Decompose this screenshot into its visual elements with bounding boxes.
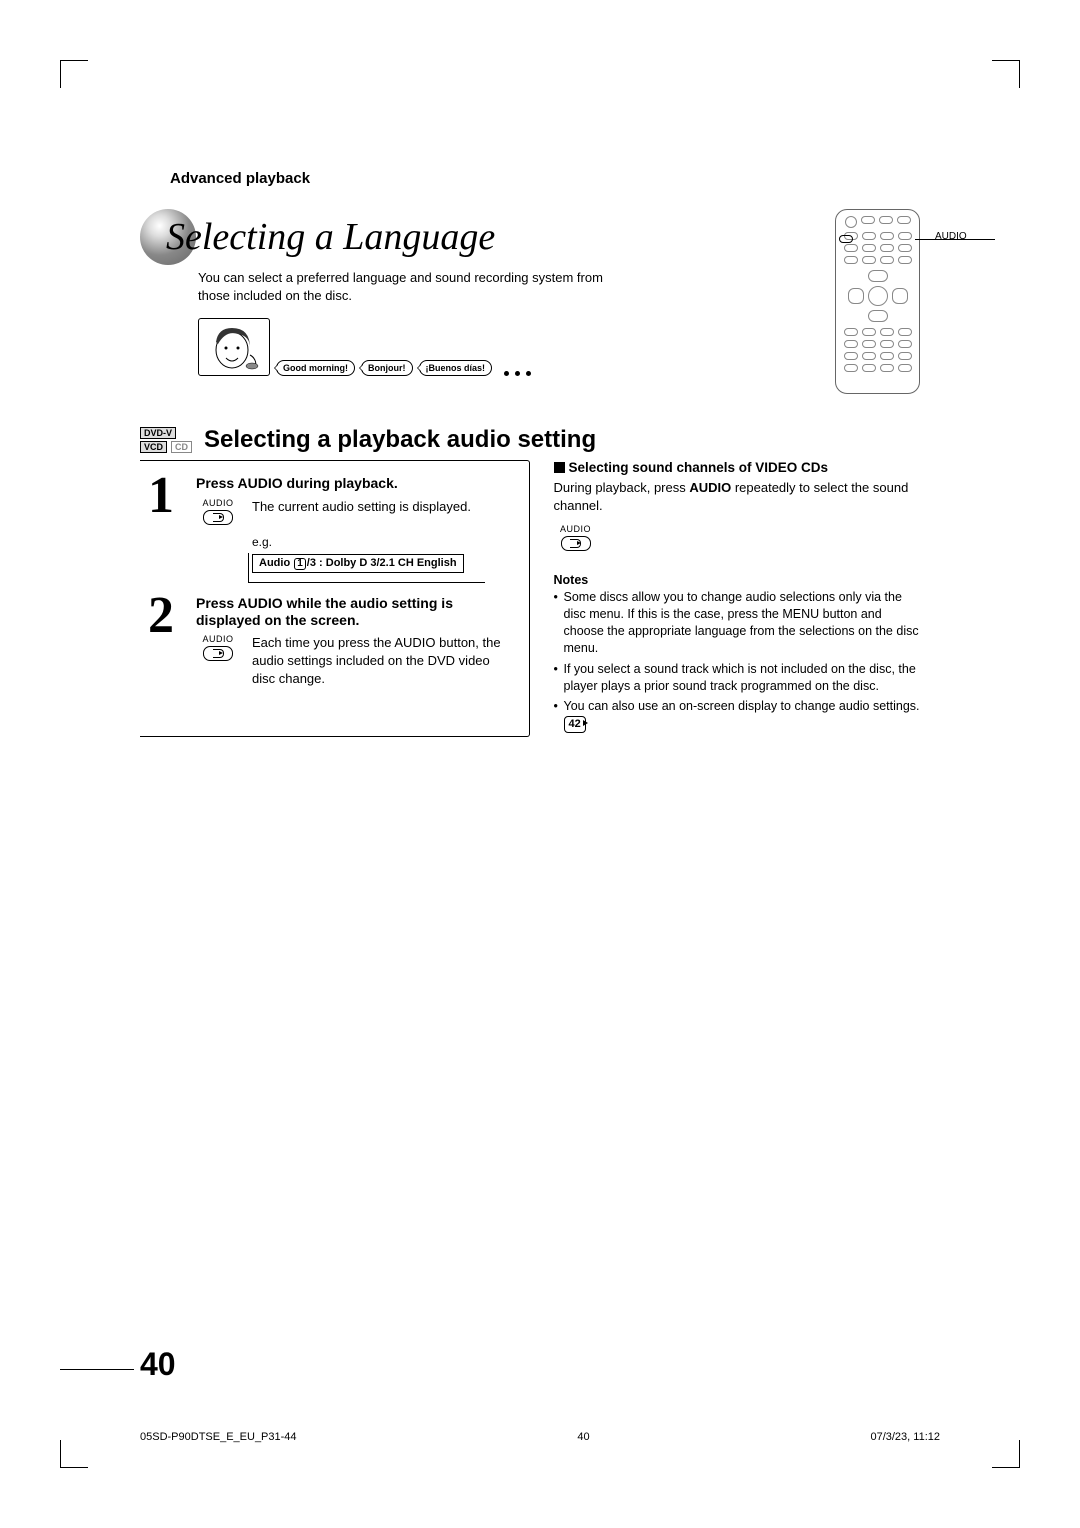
ellipsis-dots [504,371,531,376]
crop-mark-tl [60,60,88,88]
section-head: Advanced playback [170,170,920,187]
notes-list: Some discs allow you to change audio sel… [554,589,921,733]
badge-dvdv: DVD-V [140,427,176,439]
speech-illustration: Good morning! Bonjour! ¡Buenos días! [198,318,920,376]
osd-example: Audio 1/3 : Dolby D 3/2.1 CH English [252,553,515,573]
footer-mid: 40 [577,1431,589,1443]
notes-heading: Notes [554,573,921,587]
step-1: 1 Press AUDIO during playback. AUDIO The… [148,475,515,573]
face-icon [204,322,264,372]
badge-cd: CD [171,441,192,453]
note-item: You can also use an on-screen display to… [554,698,921,733]
square-bullet-icon [554,462,565,473]
badge-vcd: VCD [140,441,167,453]
footer: 05SD-P90DTSE_E_EU_P31-44 40 07/3/23, 11:… [140,1431,940,1443]
audio-callout-label: AUDIO [935,231,967,242]
right-text: During playback, press AUDIO repeatedly … [554,479,921,514]
right-subtitle: Selecting sound channels of VIDEO CDs [554,460,921,475]
speech-bubble-2: Bonjour! [361,360,413,376]
example-label: e.g. [252,535,515,549]
step-2: 2 Press AUDIO while the audio setting is… [148,595,515,687]
disc-type-badges: DVD-V VCD CD [140,427,192,453]
page-content: Advanced playback Selecting a Language Y… [140,170,920,737]
page-title: Selecting a Language [166,215,495,259]
intro-text: You can select a preferred language and … [198,269,628,304]
dpad-icon [848,270,908,322]
page-number: 40 [140,1346,176,1383]
note-item: If you select a sound track which is not… [554,661,921,695]
speech-bubble-3: ¡Buenos días! [419,360,493,376]
audio-button-icon: AUDIO [196,634,240,661]
step-title: Press AUDIO while the audio setting is d… [196,595,515,629]
audio-button-icon: AUDIO [554,524,598,551]
note-item: Some discs allow you to change audio sel… [554,589,921,657]
subsection-title: Selecting a playback audio setting [204,426,596,454]
step-text: The current audio setting is displayed. [252,498,471,516]
step-title: Press AUDIO during playback. [196,475,515,492]
osd-num: 1 [294,558,306,570]
step-number: 1 [148,475,188,573]
page-ref-badge: 42 [564,716,586,733]
speech-bubble-1: Good morning! [276,360,355,376]
page-number-rule [60,1369,134,1370]
speaker-icon [203,510,233,525]
audio-button-icon: AUDIO [196,498,240,525]
crop-mark-tr [992,60,1020,88]
step-number: 2 [148,595,188,687]
audio-button-highlight [839,235,853,243]
crop-mark-br [992,1440,1020,1468]
osd-post: /3 : Dolby D 3/2.1 CH English [307,557,457,569]
footer-right: 07/3/23, 11:12 [870,1431,940,1443]
steps-panel: 1 Press AUDIO during playback. AUDIO The… [140,460,530,737]
remote-diagram: AUDIO [835,209,920,394]
footer-left: 05SD-P90DTSE_E_EU_P31-44 [140,1431,297,1443]
speaker-icon [203,646,233,661]
speaker-icon [561,536,591,551]
face-illustration [198,318,270,376]
step-text: Each time you press the AUDIO button, th… [252,634,515,687]
crop-mark-bl [60,1440,88,1468]
right-column: Selecting sound channels of VIDEO CDs Du… [554,460,921,737]
osd-pre: Audio [259,557,290,569]
